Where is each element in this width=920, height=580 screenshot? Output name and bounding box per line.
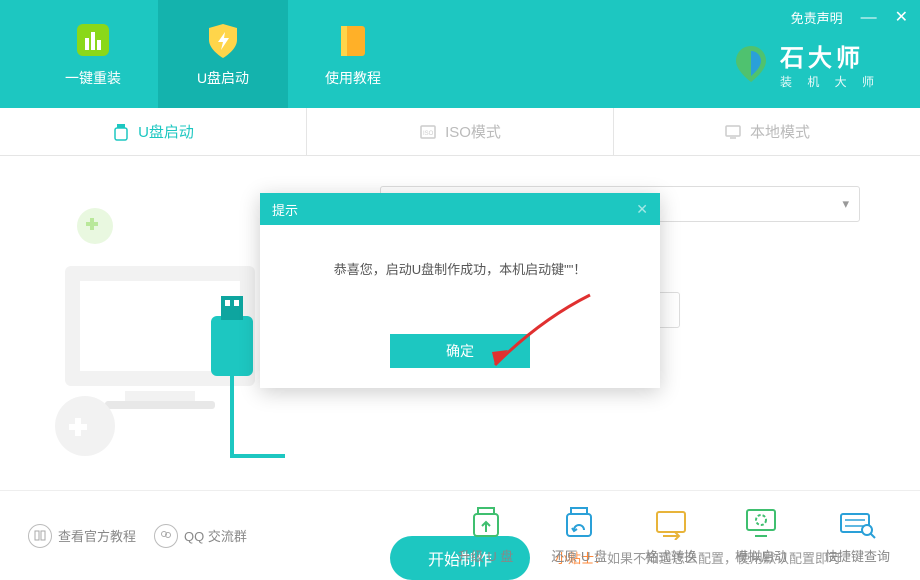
nav-label: 一键重装 <box>65 68 121 88</box>
tool-label: 模拟启动 <box>735 546 787 565</box>
monitor-play-icon <box>741 506 781 540</box>
brand-logo-icon <box>730 43 772 85</box>
svg-text:ISO: ISO <box>423 131 434 137</box>
nav-label: 使用教程 <box>325 68 381 88</box>
app-header: 一键重装 U盘启动 使用教程 石大师 装 机 大 师 免责声明 — ✕ <box>0 0 920 108</box>
brand: 石大师 装 机 大 师 <box>730 38 880 90</box>
tab-local-mode[interactable]: 本地模式 <box>614 108 920 155</box>
mode-tabs: U盘启动 ISO ISO模式 本地模式 <box>0 108 920 156</box>
tab-label: U盘启动 <box>138 121 194 142</box>
tool-label: 快捷键查询 <box>825 546 890 565</box>
close-button[interactable]: ✕ <box>895 10 908 26</box>
book-open-icon <box>28 524 52 548</box>
iso-icon: ISO <box>419 123 437 141</box>
tool-upgrade-usb[interactable]: 升级 U 盘 <box>458 506 514 565</box>
success-dialog: 提示 ✕ 恭喜您，启动U盘制作成功，本机启动键""！ 确定 <box>260 193 660 388</box>
tool-format-convert[interactable]: 格式转换 <box>645 506 697 565</box>
usb-up-icon <box>466 506 506 540</box>
brand-subtitle: 装 机 大 师 <box>780 73 880 90</box>
help-label: 查看官方教程 <box>58 526 136 545</box>
tab-label: ISO模式 <box>445 121 501 142</box>
keyboard-search-icon <box>837 506 877 540</box>
users-icon <box>154 524 178 548</box>
bottom-bar: 查看官方教程 QQ 交流群 升级 U 盘 还原 U 盘 格式转换 模拟 <box>0 490 920 580</box>
tool-label: 还原 U 盘 <box>551 546 607 565</box>
brand-title: 石大师 <box>780 38 880 73</box>
shield-bolt-icon <box>203 20 243 60</box>
bar-chart-icon <box>73 20 113 60</box>
tool-label: 格式转换 <box>645 546 697 565</box>
convert-icon <box>651 506 691 540</box>
usb-icon <box>112 123 130 141</box>
help-label: QQ 交流群 <box>184 526 247 545</box>
book-icon <box>333 20 373 60</box>
tool-restore-usb[interactable]: 还原 U 盘 <box>551 506 607 565</box>
disclaimer-link[interactable]: 免责声明 <box>791 8 843 27</box>
nav-reinstall[interactable]: 一键重装 <box>28 0 158 108</box>
tab-usb-boot[interactable]: U盘启动 <box>0 108 307 155</box>
official-tutorial-link[interactable]: 查看官方教程 <box>28 524 136 548</box>
nav-usb-boot[interactable]: U盘启动 <box>158 0 288 108</box>
usb-refresh-icon <box>559 506 599 540</box>
nav-label: U盘启动 <box>197 68 249 88</box>
window-controls: 免责声明 — ✕ <box>791 8 908 27</box>
dialog-message: 恭喜您，启动U盘制作成功，本机启动键""！ <box>260 225 660 306</box>
tool-simulate-boot[interactable]: 模拟启动 <box>735 506 787 565</box>
dialog-close-button[interactable]: ✕ <box>636 201 648 218</box>
tool-label: 升级 U 盘 <box>458 546 514 565</box>
dialog-title: 提示 <box>272 200 298 219</box>
nav-tutorial[interactable]: 使用教程 <box>288 0 418 108</box>
dialog-header: 提示 ✕ <box>260 193 660 225</box>
tab-label: 本地模式 <box>750 121 810 142</box>
qq-group-link[interactable]: QQ 交流群 <box>154 524 247 548</box>
tool-hotkey-lookup[interactable]: 快捷键查询 <box>825 506 890 565</box>
monitor-icon <box>724 123 742 141</box>
chevron-down-icon: ▾ <box>842 196 849 212</box>
tab-iso-mode[interactable]: ISO ISO模式 <box>307 108 614 155</box>
dialog-ok-button[interactable]: 确定 <box>390 334 530 368</box>
main-nav: 一键重装 U盘启动 使用教程 <box>0 0 418 108</box>
ok-label: 确定 <box>446 341 474 361</box>
minimize-button[interactable]: — <box>861 10 877 26</box>
